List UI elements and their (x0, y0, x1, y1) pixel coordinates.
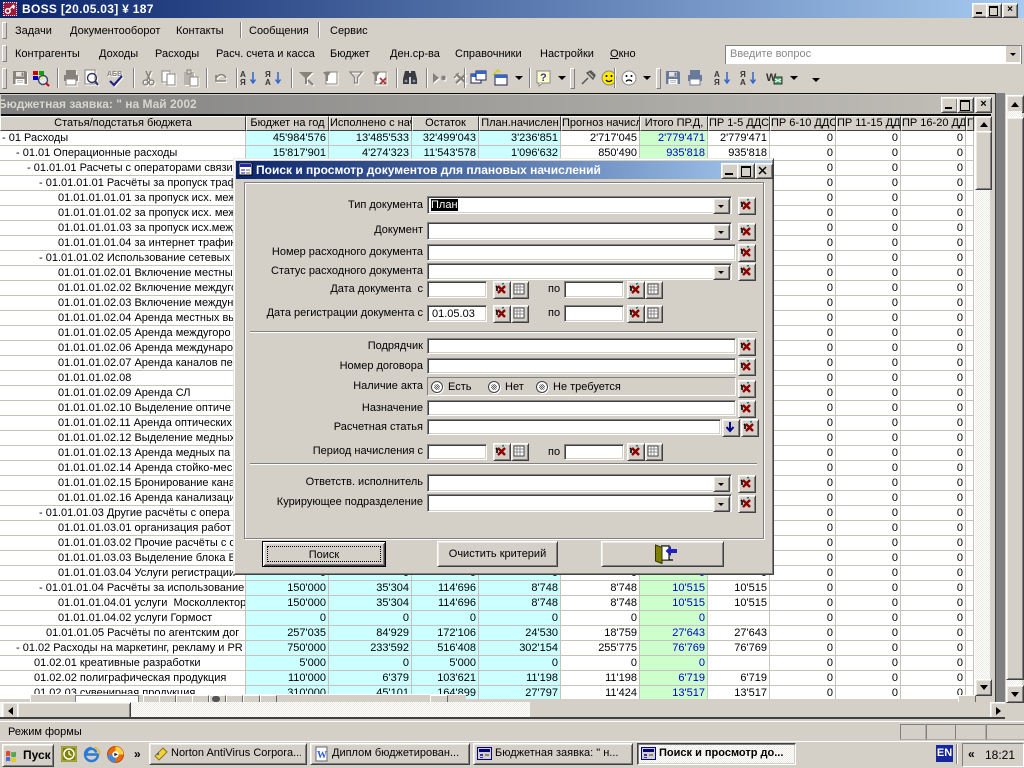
svg-text:Я: Я (714, 78, 720, 87)
svg-text:W: W (317, 750, 327, 761)
svg-text:Я: Я (240, 78, 246, 87)
svg-text:А: А (740, 78, 746, 87)
svg-text:?: ? (540, 72, 547, 84)
svg-text:А: А (265, 78, 271, 87)
